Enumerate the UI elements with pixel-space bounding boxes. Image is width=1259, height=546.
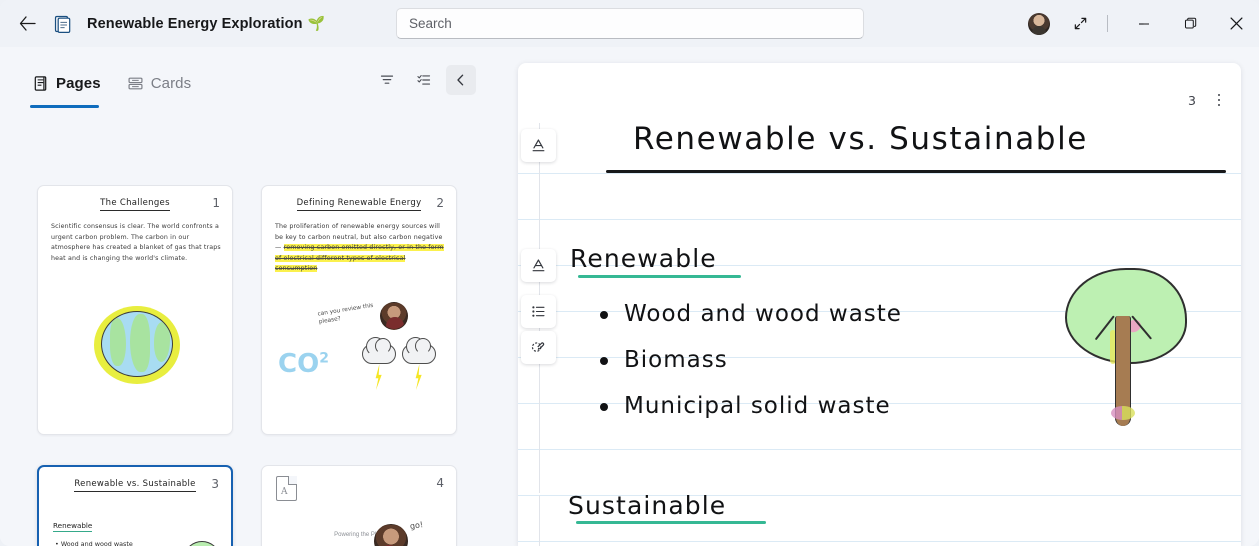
thumbnail-annotation: can you review this please? [317, 302, 374, 326]
page-header-controls: 3 [1181, 87, 1231, 113]
page-thumbnail-4[interactable]: 4 Powering the Planet go! ✓ [261, 465, 457, 546]
canvas-area: 3 Renewable vs. Sustainable Renewable Wo… [500, 57, 1259, 546]
title-bar: Renewable Energy Exploration 🌱 [0, 0, 1259, 47]
account-avatar-button[interactable] [1022, 7, 1056, 41]
avatar [1028, 12, 1050, 35]
block-gutter [518, 63, 558, 546]
thumbnail-body-text: Scientific consensus is clear. The world… [51, 223, 221, 262]
search-box[interactable] [396, 8, 864, 39]
cloud-doodle-1 [362, 337, 396, 364]
thumbnail-title: Renewable vs. Sustainable [39, 479, 231, 492]
tab-cards[interactable]: Cards [125, 63, 194, 103]
thumbnail-annotation: go! [409, 520, 424, 531]
thumbnail-body-highlighted: removing carbon emitted directly, or in … [275, 244, 444, 272]
page-thumbnail-2[interactable]: 2 Defining Renewable Energy The prolifer… [261, 185, 457, 435]
app-window: Renewable Energy Exploration 🌱 Search Pa… [0, 0, 1259, 546]
maximize-button[interactable] [1167, 0, 1213, 47]
canvas-page-number: 3 [1188, 92, 1196, 108]
thumbnail-subheading: Renewable [53, 521, 93, 532]
thumbnail-list: • Wood and wood waste • Biomass • Munici… [55, 539, 133, 546]
filter-button[interactable] [372, 65, 402, 95]
ink-tool-handle[interactable] [521, 331, 556, 364]
sort-button[interactable] [409, 65, 439, 95]
page-thumbnail-1[interactable]: 1 The Challenges Scientific consensus is… [37, 185, 233, 435]
text-style-handle-heading[interactable] [521, 249, 556, 282]
thumbnail-title: The Challenges [38, 198, 232, 211]
sidebar-toolbar [372, 65, 476, 95]
page-title: Renewable Energy Exploration 🌱 [87, 15, 325, 32]
seedling-icon: 🌱 [307, 15, 326, 31]
cards-icon [127, 75, 144, 92]
toolbar-divider [1107, 15, 1108, 32]
collapse-panel-button[interactable] [446, 65, 476, 95]
tree-canopy-drawing [185, 541, 219, 546]
thumbnail-body-text: The proliferation of renewable energy so… [275, 222, 445, 275]
thumbnail-title: Defining Renewable Energy [262, 198, 456, 211]
gutter-line [539, 495, 540, 546]
expand-button[interactable] [1062, 7, 1098, 41]
minimize-button[interactable] [1121, 0, 1167, 47]
thumbnail-collaborator-avatar [380, 302, 408, 330]
more-options-button[interactable] [1207, 87, 1231, 113]
text-style-handle-title[interactable] [521, 129, 556, 162]
close-button[interactable] [1213, 0, 1259, 47]
ruled-lines [518, 63, 1241, 546]
pages-icon [32, 75, 49, 92]
note-page[interactable]: 3 Renewable vs. Sustainable Renewable Wo… [518, 63, 1241, 546]
window-controls [1022, 0, 1259, 47]
notebook-icon [50, 11, 76, 37]
thumbnail-title: Powering the Planet [334, 532, 388, 538]
co2-doodle: CO2 [278, 349, 329, 379]
list-item: • Wood and wood waste [55, 540, 133, 546]
tab-pages[interactable]: Pages [30, 63, 103, 108]
search-container [396, 8, 864, 39]
pdf-file-icon [276, 476, 297, 501]
tab-cards-label: Cards [150, 74, 192, 92]
notebook-title-text: Renewable Energy Exploration [87, 15, 303, 32]
back-button[interactable] [10, 7, 44, 41]
bulleted-list-handle[interactable] [521, 295, 556, 328]
tab-pages-label: Pages [56, 74, 101, 92]
search-input[interactable] [409, 16, 851, 31]
cloud-doodle-2 [402, 337, 436, 364]
thumbnail-collaborator-avatar [374, 524, 408, 546]
tab-active-indicator [30, 105, 99, 108]
page-thumbnail-3[interactable]: 3 Renewable vs. Sustainable Renewable • … [37, 465, 233, 546]
pages-sidebar: Pages Cards 1 The Challenges Scientific … [0, 47, 500, 546]
earth-drawing [101, 311, 173, 377]
page-thumbnail-grid: 1 The Challenges Scientific consensus is… [0, 109, 500, 546]
thumbnail-page-number: 4 [436, 476, 444, 490]
